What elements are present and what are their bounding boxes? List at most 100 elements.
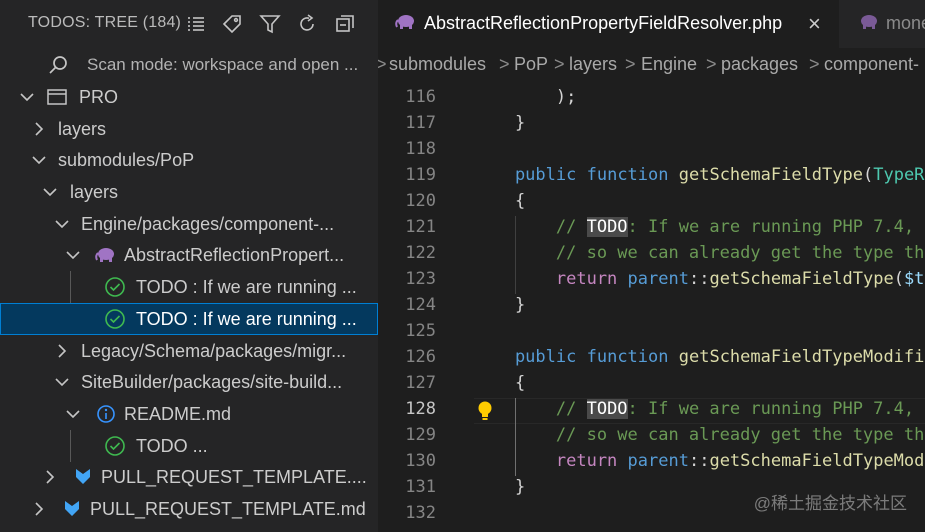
code-token: } xyxy=(474,113,526,133)
tree-item-label: PRO xyxy=(79,87,119,107)
chevron-right-icon xyxy=(58,344,67,358)
line-number: 129 xyxy=(405,425,436,445)
todo-tree-sidebar: TODOS: TREE (184) Scan mode: workspace a… xyxy=(0,0,378,532)
line-number: 131 xyxy=(405,477,436,497)
code-line[interactable]: } xyxy=(474,295,525,315)
code-line[interactable]: // TODO: If we are running PHP 7.4, xyxy=(474,217,914,237)
scan-mode-label: Scan mode: workspace and open ... xyxy=(87,55,359,74)
tab-label: mone xyxy=(886,13,925,33)
tree-item-label: TODO : If we are running ... xyxy=(136,309,357,329)
tree-item-pr-template[interactable]: PULL_REQUEST_TEMPLATE.... xyxy=(0,461,378,493)
code-token: getSchemaFieldType xyxy=(678,165,863,185)
breadcrumb-separator: > xyxy=(809,54,820,74)
code-line[interactable]: { xyxy=(474,191,525,211)
tree-item-label: TODO ... xyxy=(136,436,208,456)
tree-item-engine-packages[interactable]: Engine/packages/component-... xyxy=(0,208,378,240)
line-number: 126 xyxy=(405,347,436,367)
tab-bar: AbstractReflectionPropertyFieldResolver.… xyxy=(378,0,925,48)
breadcrumb-item[interactable]: component- xyxy=(824,54,919,75)
todo-keyword-highlight: TODO xyxy=(586,399,628,419)
code-token: // xyxy=(474,399,587,419)
tree-item-pro[interactable]: PRO xyxy=(0,81,378,113)
line-number: 120 xyxy=(405,191,436,211)
tree-item-sitebuilder[interactable]: SiteBuilder/packages/site-build... xyxy=(0,366,378,398)
code-token: return xyxy=(474,451,618,471)
tree-item-php-file[interactable]: AbstractReflectionPropert... xyxy=(0,239,378,271)
code-editor: AbstractReflectionPropertyFieldResolver.… xyxy=(378,0,925,532)
refresh-icon[interactable] xyxy=(295,12,319,36)
scan-mode-row[interactable]: Scan mode: workspace and open ... xyxy=(0,49,378,81)
breadcrumb-item[interactable]: Engine xyxy=(641,54,697,75)
code-line[interactable]: } xyxy=(474,113,525,133)
code-line[interactable]: { xyxy=(474,373,525,393)
tree-item-readme[interactable]: README.md xyxy=(0,398,378,430)
code-line[interactable]: } xyxy=(474,477,525,497)
tree-item-todo-selected[interactable]: TODO : If we are running ... xyxy=(0,303,378,335)
line-number: 119 xyxy=(405,165,436,185)
code-token: ( xyxy=(893,269,904,289)
code-line[interactable]: // TODO: If we are running PHP 7.4, xyxy=(474,399,914,419)
code-line[interactable]: ); xyxy=(474,87,576,107)
tree-item-pr-template[interactable]: PULL_REQUEST_TEMPLATE.md xyxy=(0,493,378,525)
filter-icon[interactable] xyxy=(258,12,282,36)
code-token: getSchemaFieldTypeMod xyxy=(709,451,925,471)
watermark: @稀土掘金技术社区 xyxy=(753,494,907,513)
breadcrumb-item[interactable]: packages xyxy=(721,54,798,75)
tree-item-layers[interactable]: layers xyxy=(0,176,378,208)
php-elephant-icon xyxy=(395,13,417,36)
collapse-all-icon[interactable] xyxy=(333,12,357,36)
code-line[interactable]: return parent::getSchemaFieldType($t xyxy=(474,269,925,289)
code-line[interactable]: public function getSchemaFieldType(TypeR xyxy=(474,165,924,185)
tree-item-layers[interactable]: layers xyxy=(0,113,378,145)
tree-item-legacy-schema[interactable]: Legacy/Schema/packages/migr... xyxy=(0,335,378,367)
code-token: { xyxy=(474,373,526,393)
tree-item-todo[interactable]: TODO : If we are running ... xyxy=(0,271,378,303)
tree-item-label: AbstractReflectionPropert... xyxy=(124,245,345,265)
close-icon[interactable]: × xyxy=(808,11,821,37)
line-number: 125 xyxy=(405,321,436,341)
breadcrumb-separator: > xyxy=(378,54,387,74)
todo-keyword-highlight: TODO xyxy=(586,217,628,237)
tree-item-todo[interactable]: TODO ... xyxy=(0,430,378,462)
list-flat-icon[interactable] xyxy=(184,12,208,36)
code-token: TypeR xyxy=(873,165,925,185)
tab-active-file[interactable]: AbstractReflectionPropertyFieldResolver.… xyxy=(378,0,839,48)
code-token: // so we can already get the type th xyxy=(474,425,925,445)
tree-item-label: PULL_REQUEST_TEMPLATE.... xyxy=(101,467,367,487)
line-number: 130 xyxy=(405,451,436,471)
code-token: ); xyxy=(474,87,577,107)
code-line[interactable]: // so we can already get the type th xyxy=(474,425,924,445)
chevron-down-icon xyxy=(66,410,80,419)
code-token: :: xyxy=(688,451,710,471)
code-token: function xyxy=(586,347,669,367)
line-number: 127 xyxy=(405,373,436,393)
code-token: function xyxy=(586,165,669,185)
tree-item-label: PULL_REQUEST_TEMPLATE.md xyxy=(90,499,366,519)
breadcrumb-item[interactable]: submodules xyxy=(389,54,486,75)
breadcrumb-item[interactable]: PoP xyxy=(514,54,548,75)
tag-icon[interactable] xyxy=(220,12,244,36)
code-token: parent xyxy=(627,269,689,289)
tree-item-submodules-pop[interactable]: submodules/PoP xyxy=(0,144,378,176)
breadcrumb-item[interactable]: layers xyxy=(569,54,617,75)
code-token: { xyxy=(474,191,526,211)
code-token: // xyxy=(474,217,587,237)
chevron-right-icon xyxy=(35,122,44,136)
line-number: 124 xyxy=(405,295,436,315)
code-line[interactable]: public function getSchemaFieldTypeModifi xyxy=(474,347,924,367)
code-line[interactable]: // so we can already get the type th xyxy=(474,243,924,263)
line-number: 128 xyxy=(405,399,436,419)
code-token: : If we are running PHP 7.4, xyxy=(627,217,915,237)
tab-inactive-file[interactable]: mone xyxy=(840,0,925,48)
code-token: return xyxy=(474,269,618,289)
code-line[interactable]: return parent::getSchemaFieldTypeMod xyxy=(474,451,925,471)
line-number: 123 xyxy=(405,269,436,289)
sidebar-header: TODOS: TREE (184) xyxy=(0,0,378,48)
line-number: 122 xyxy=(405,243,436,263)
sidebar-title: TODOS: TREE (184) xyxy=(28,14,182,31)
chevron-down-icon xyxy=(32,156,46,165)
check-circle-icon xyxy=(104,276,126,298)
